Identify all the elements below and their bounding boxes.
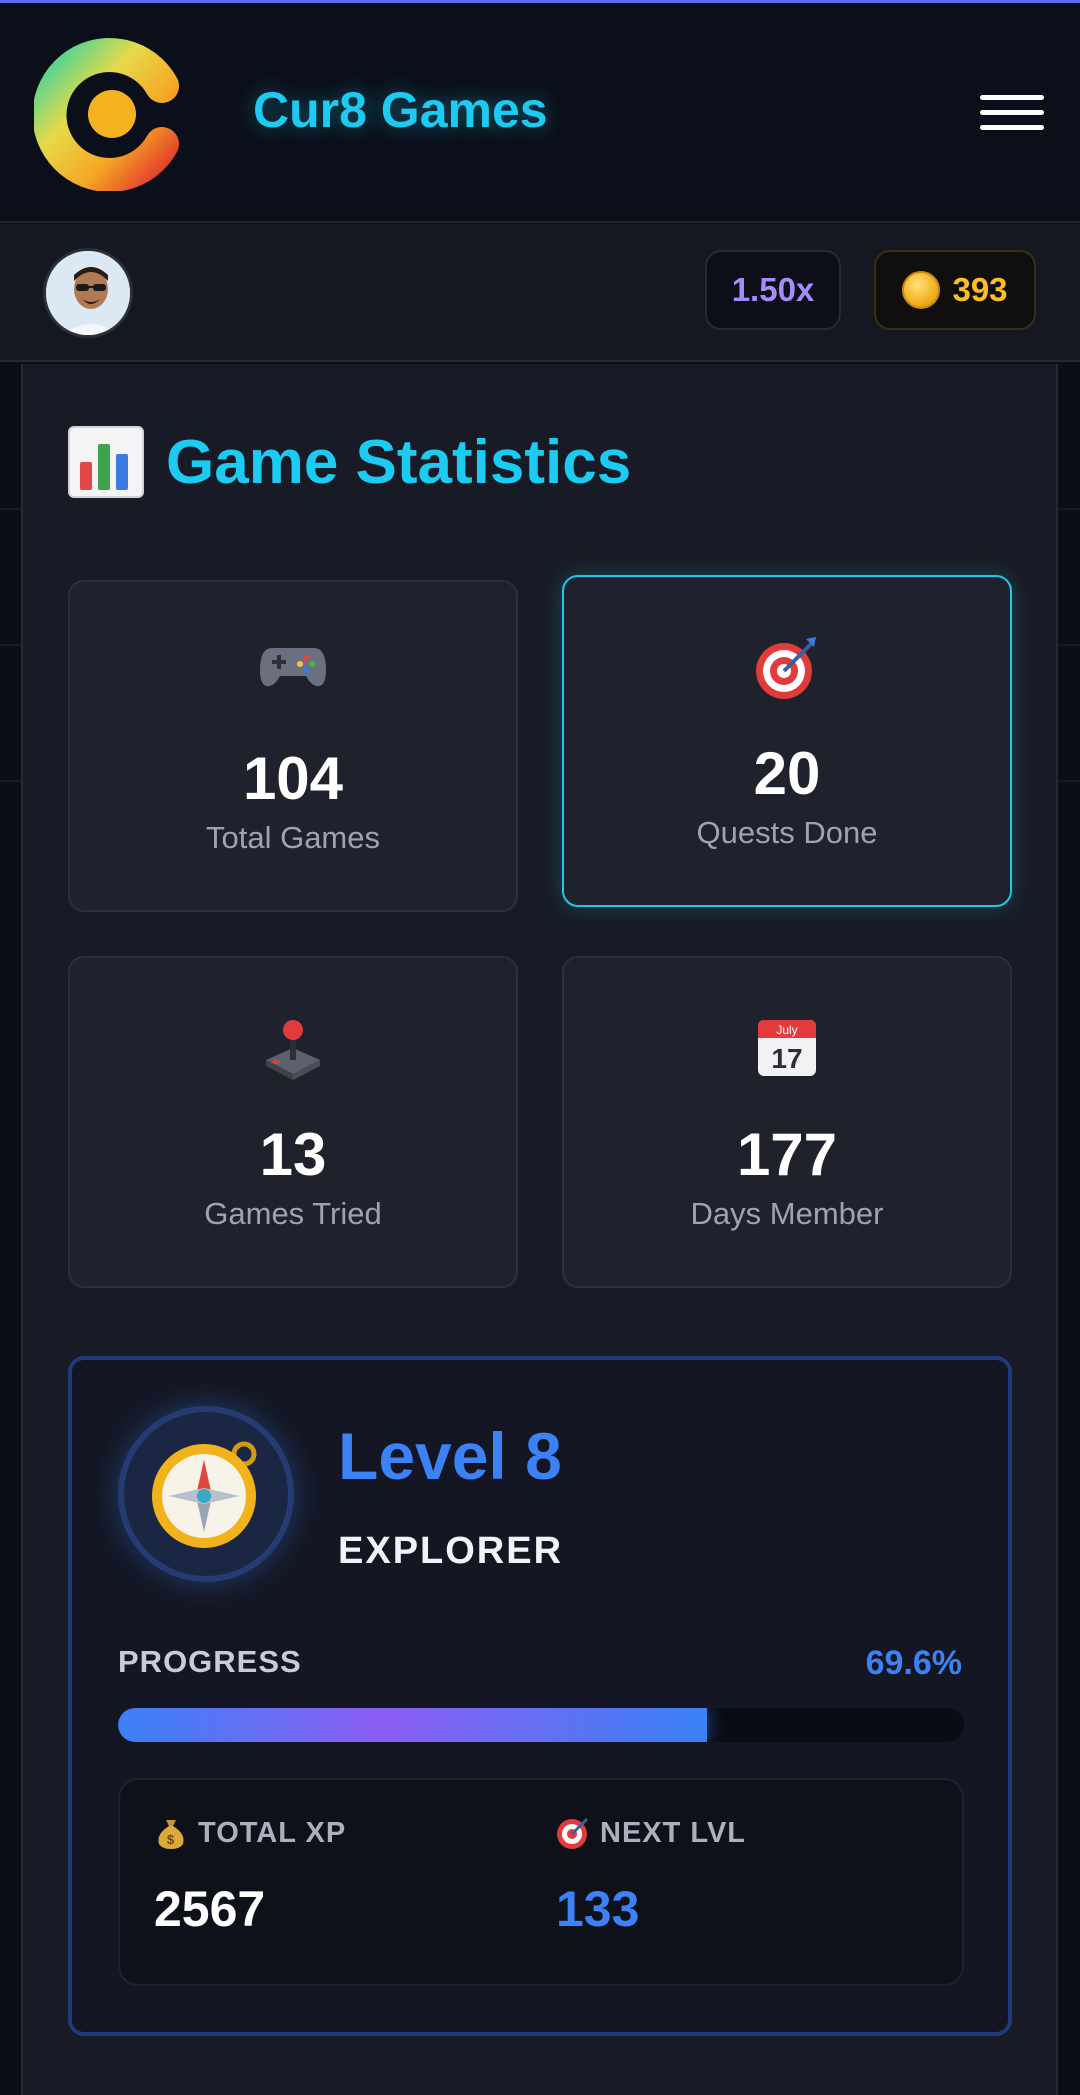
calendar-day: 17 xyxy=(771,1043,802,1074)
stat-label: Quests Done xyxy=(696,815,878,850)
compass-icon xyxy=(152,1441,257,1548)
target-icon xyxy=(564,635,1010,705)
stat-label: Total Games xyxy=(205,820,380,855)
background-grid-line xyxy=(1058,508,1080,510)
gamepad-icon xyxy=(70,640,516,710)
bar-chart-icon xyxy=(68,426,144,498)
app-header: Cur8 Games xyxy=(0,3,1080,223)
total-xp-label: TOTAL XP xyxy=(198,1816,347,1849)
coin-balance-badge[interactable]: 393 xyxy=(874,250,1036,330)
stat-value: 13 xyxy=(259,1121,327,1188)
progress-percent: 69.6% xyxy=(865,1644,962,1682)
hamburger-menu-icon[interactable] xyxy=(978,91,1048,135)
coin-balance-value: 393 xyxy=(952,271,1008,308)
stat-value: 20 xyxy=(753,740,821,807)
progress-label: PROGRESS xyxy=(118,1644,302,1679)
level-rank: EXPLORER xyxy=(338,1530,564,1572)
background-grid-line xyxy=(0,780,21,782)
level-title: Level 8 xyxy=(338,1419,562,1493)
total-xp-block: $ TOTAL XP 2567 xyxy=(154,1816,346,1938)
joystick-icon xyxy=(70,1016,516,1086)
background-grid-line xyxy=(1058,644,1080,646)
stat-label: Days Member xyxy=(690,1196,884,1231)
calendar-month: July xyxy=(776,1023,797,1037)
brand-title[interactable]: Cur8 Games xyxy=(253,81,548,139)
calendar-icon: July 17 xyxy=(564,1016,1010,1086)
stat-card-total-games[interactable]: 104 Total Games xyxy=(68,580,518,912)
xp-summary: $ TOTAL XP 2567 NEXT LVL 133 xyxy=(118,1778,964,1986)
stat-card-quests-done[interactable]: 20 Quests Done xyxy=(562,575,1012,907)
xp-multiplier-badge[interactable]: 1.50x xyxy=(705,250,841,330)
next-level-block: NEXT LVL 133 xyxy=(556,1816,746,1938)
progress-bar xyxy=(118,1708,964,1742)
stat-label: Games Tried xyxy=(204,1196,382,1231)
coin-icon xyxy=(902,271,941,309)
cur8-logo-icon[interactable] xyxy=(34,36,184,191)
svg-text:$: $ xyxy=(167,1832,175,1847)
money-bag-icon: $ xyxy=(158,1820,184,1849)
level-badge xyxy=(118,1406,294,1582)
background-grid-line xyxy=(0,508,21,510)
total-xp-value: 2567 xyxy=(154,1881,266,1937)
target-icon xyxy=(557,1817,589,1849)
section-title-text: Game Statistics xyxy=(166,427,632,497)
user-avatar[interactable] xyxy=(43,248,133,338)
progress-bar-fill xyxy=(118,1708,707,1742)
stat-card-games-tried[interactable]: 13 Games Tried xyxy=(68,956,518,1288)
stat-card-days-member[interactable]: July 17 177 Days Member xyxy=(562,956,1012,1288)
next-lvl-label: NEXT LVL xyxy=(600,1816,747,1849)
section-title: Game Statistics xyxy=(68,422,631,502)
stat-value: 177 xyxy=(736,1121,838,1188)
background-grid-line xyxy=(1058,780,1080,782)
next-lvl-value: 133 xyxy=(556,1881,640,1937)
level-progress-card: Level 8 EXPLORER PROGRESS 69.6% $ TOTAL … xyxy=(68,1356,1012,2036)
user-bar: 1.50x 393 xyxy=(0,224,1080,362)
stat-value: 104 xyxy=(242,745,344,812)
background-grid-line xyxy=(0,644,21,646)
